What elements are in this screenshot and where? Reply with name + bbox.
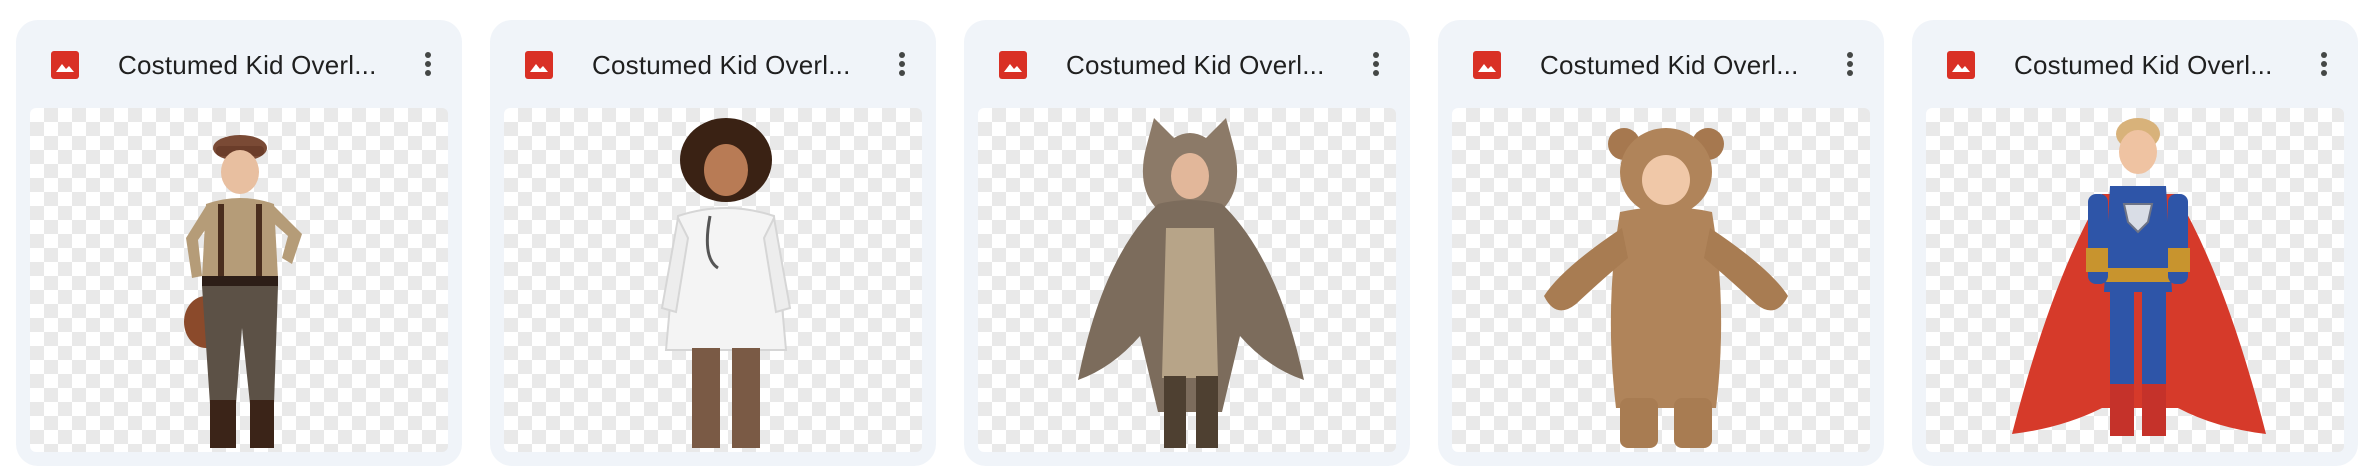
image-icon xyxy=(998,50,1028,80)
file-thumbnail[interactable] xyxy=(30,108,448,452)
baseball-kid-image xyxy=(184,135,302,448)
bear-kid-image xyxy=(1544,128,1788,448)
more-vert-icon xyxy=(2321,52,2327,76)
file-card-header: Costumed Kid Overl... xyxy=(490,20,936,108)
more-vert-icon xyxy=(1847,52,1853,76)
file-thumbnail[interactable] xyxy=(978,108,1396,452)
image-icon xyxy=(1472,50,1502,80)
file-thumbnail[interactable] xyxy=(1452,108,1870,452)
file-card[interactable]: Costumed Kid Overl... xyxy=(964,20,1410,466)
file-title[interactable]: Costumed Kid Overl... xyxy=(592,48,862,82)
file-card[interactable]: Costumed Kid Overl... xyxy=(16,20,462,466)
image-icon xyxy=(1946,50,1976,80)
file-card-header: Costumed Kid Overl... xyxy=(16,20,462,108)
more-options-button[interactable] xyxy=(880,42,924,86)
file-title[interactable]: Costumed Kid Overl... xyxy=(2014,48,2284,82)
file-title[interactable]: Costumed Kid Overl... xyxy=(1066,48,1336,82)
file-card-header: Costumed Kid Overl... xyxy=(1912,20,2358,108)
file-title[interactable]: Costumed Kid Overl... xyxy=(1540,48,1810,82)
file-card[interactable]: Costumed Kid Overl... xyxy=(1438,20,1884,466)
more-options-button[interactable] xyxy=(1354,42,1398,86)
more-options-button[interactable] xyxy=(1828,42,1872,86)
more-vert-icon xyxy=(899,52,905,76)
file-thumbnail[interactable] xyxy=(1926,108,2344,452)
file-title[interactable]: Costumed Kid Overl... xyxy=(118,48,388,82)
more-options-button[interactable] xyxy=(2302,42,2346,86)
more-options-button[interactable] xyxy=(406,42,450,86)
doctor-kid-image xyxy=(660,118,792,448)
superhero-kid-image xyxy=(2012,118,2266,436)
wolf-kid-image xyxy=(1078,118,1304,448)
more-vert-icon xyxy=(1373,52,1379,76)
image-icon xyxy=(524,50,554,80)
file-card[interactable]: Costumed Kid Overl... xyxy=(490,20,936,466)
file-card-header: Costumed Kid Overl... xyxy=(964,20,1410,108)
file-card-header: Costumed Kid Overl... xyxy=(1438,20,1884,108)
file-thumbnail[interactable] xyxy=(504,108,922,452)
file-card[interactable]: Costumed Kid Overl... xyxy=(1912,20,2358,466)
more-vert-icon xyxy=(425,52,431,76)
image-icon xyxy=(50,50,80,80)
file-grid: Costumed Kid Overl... Costumed Kid Overl… xyxy=(0,0,2376,476)
